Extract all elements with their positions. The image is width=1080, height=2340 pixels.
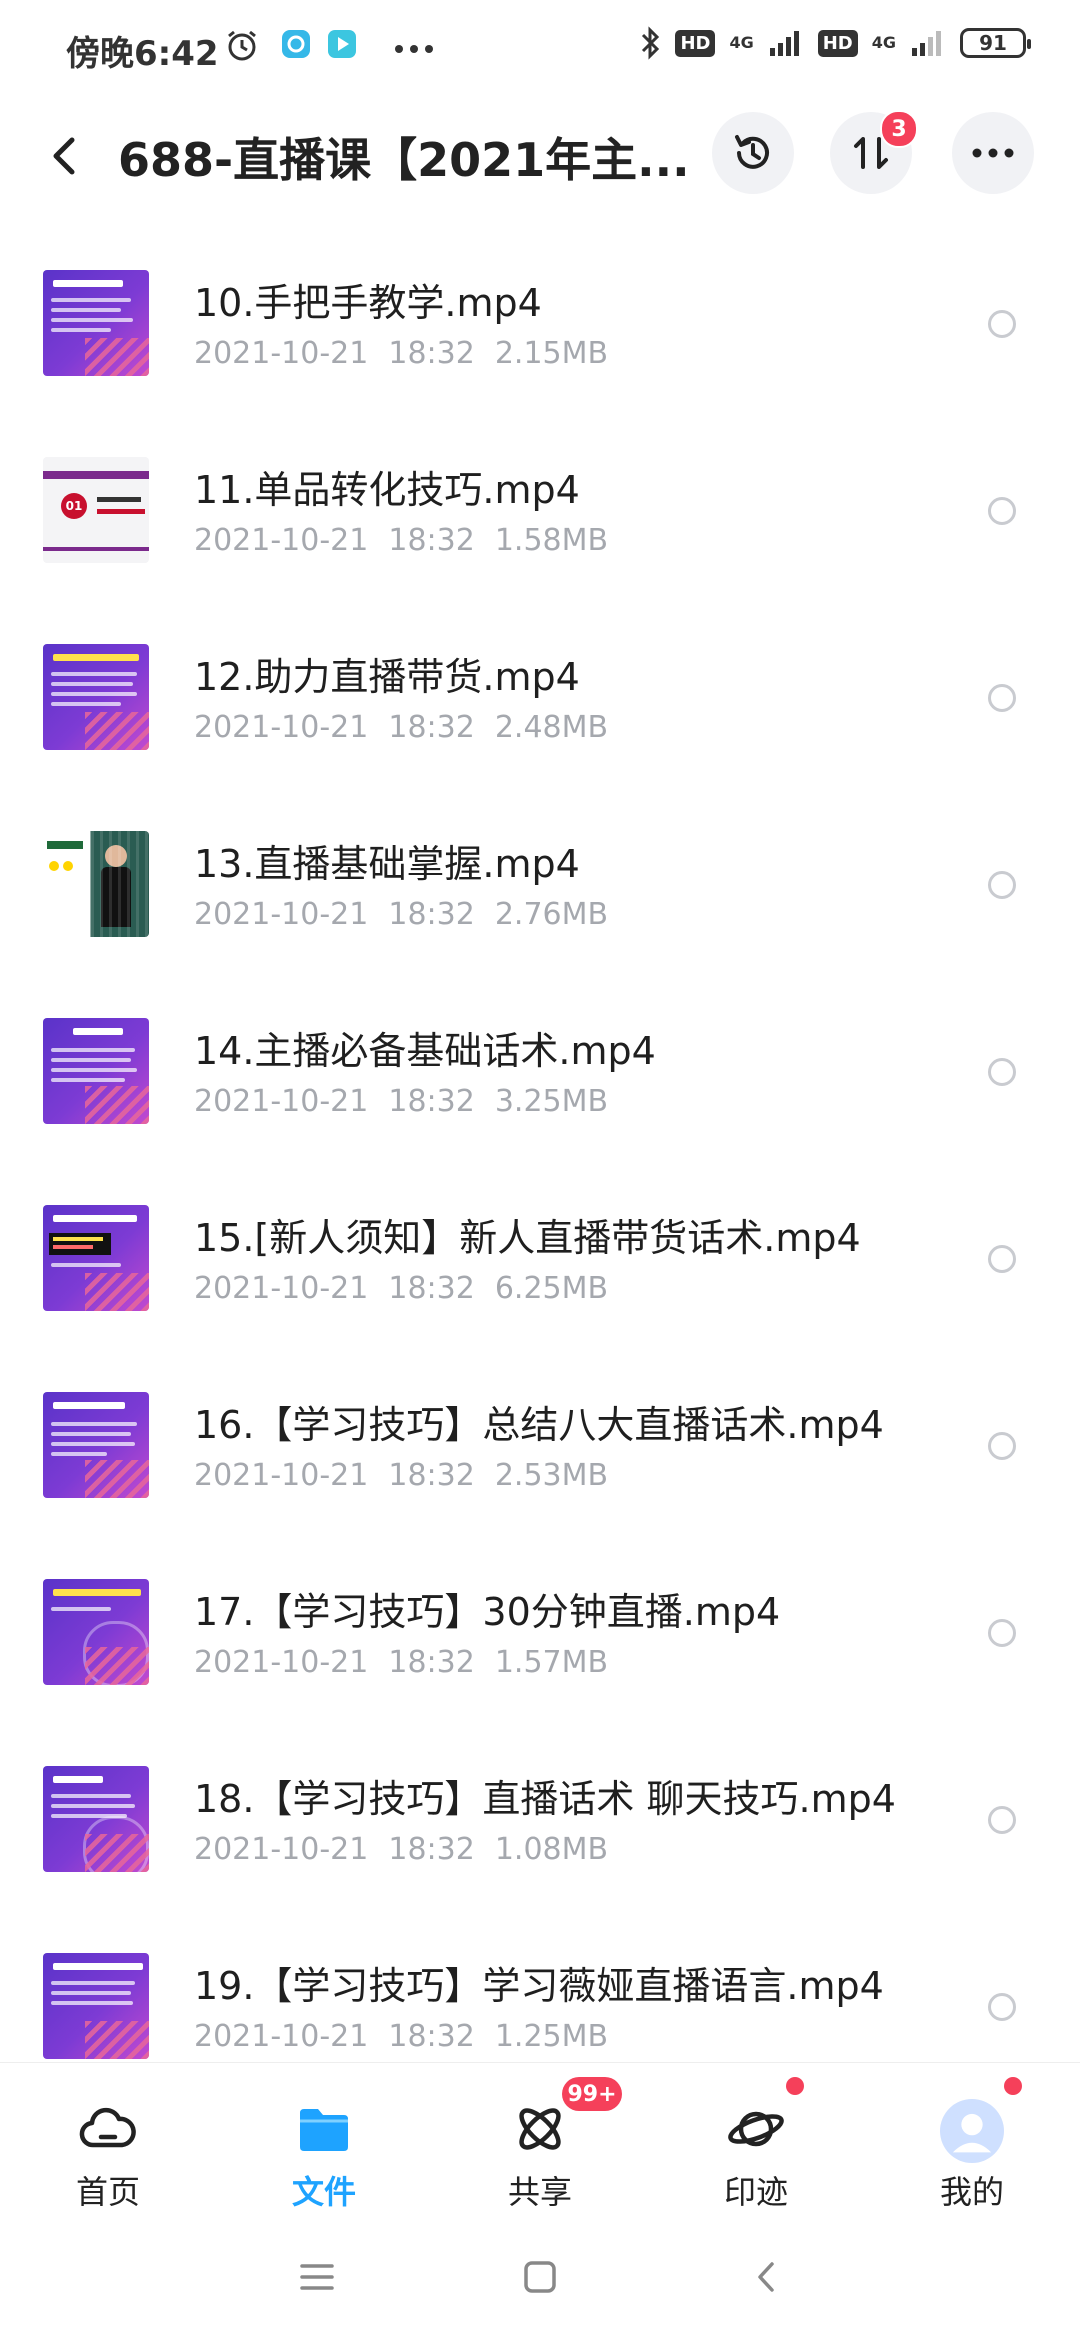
file-meta: 2021-10-21 18:32 6.25MB	[194, 1271, 609, 1306]
tab-me-label: 我的	[939, 2173, 1004, 2211]
network-type-1: 4G	[729, 33, 754, 52]
back-arrow-icon[interactable]	[44, 126, 84, 186]
file-name: 12.助力直播带货.mp4	[194, 655, 580, 699]
signal-icon-2	[912, 31, 941, 56]
video-thumbnail	[43, 1205, 149, 1311]
menu-icon[interactable]	[292, 2252, 342, 2302]
file-row[interactable]: 14.主播必备基础话术.mp4 2021-10-21 18:32 3.25MB	[0, 970, 1080, 1157]
header-bar: 688-直播课【2021年主... 3	[0, 100, 1080, 210]
file-meta: 2021-10-21 18:32 2.48MB	[194, 710, 609, 745]
me-notification-dot	[1004, 2077, 1022, 2095]
file-meta: 2021-10-21 18:32 1.57MB	[194, 1645, 609, 1680]
select-radio[interactable]	[988, 684, 1016, 712]
folder-title: 688-直播课【2021年主...	[118, 133, 690, 187]
file-name: 10.手把手教学.mp4	[194, 281, 542, 325]
more-icon	[972, 148, 1014, 158]
file-meta: 2021-10-21 18:32 2.76MB	[194, 897, 609, 932]
transfer-count-badge: 3	[880, 110, 918, 148]
history-icon	[735, 135, 769, 169]
transfer-list-button[interactable]: 3	[830, 110, 918, 194]
video-thumbnail	[43, 831, 149, 937]
file-meta: 2021-10-21 18:32 1.25MB	[194, 2019, 609, 2054]
share-count-badge: 99+	[562, 2077, 622, 2111]
file-meta: 2021-10-21 18:32 1.08MB	[194, 1832, 609, 1867]
file-row[interactable]: 01 11.单品转化技巧.mp4 2021-10-21 18:32 1.58MB	[0, 409, 1080, 596]
tab-files-label: 文件	[291, 2173, 356, 2211]
select-radio[interactable]	[988, 1432, 1016, 1460]
status-bar: 傍晚6:42 HD 4G HD 4G 91	[0, 0, 1080, 100]
bottom-tab-bar: 首页 文件 99+ 共享 印迹 我的	[0, 2062, 1080, 2213]
tab-trace[interactable]: 印迹	[676, 2063, 836, 2213]
file-name: 13.直播基础掌握.mp4	[194, 842, 580, 886]
file-row[interactable]: 15.[新人须知】新人直播带货话术.mp4 2021-10-21 18:32 6.2…	[0, 1157, 1080, 1344]
folder-icon	[300, 2109, 348, 2151]
file-row[interactable]: 19.【学习技巧】学习薇娅直播语言.mp4 2021-10-21 18:32 1.2…	[0, 1905, 1080, 2060]
file-name: 14.主播必备基础话术.mp4	[194, 1029, 656, 1073]
select-radio[interactable]	[988, 1806, 1016, 1834]
file-meta: 2021-10-21 18:32 2.53MB	[194, 1458, 609, 1493]
video-thumbnail	[43, 1579, 149, 1685]
signal-icon-1	[769, 31, 799, 56]
cloud-home-icon	[79, 2107, 136, 2148]
system-navigation-bar	[0, 2212, 1080, 2340]
hd-badge-1: HD	[675, 29, 716, 57]
tab-home-label: 首页	[75, 2173, 140, 2211]
home-square-icon[interactable]	[515, 2252, 565, 2302]
tab-share-label: 共享	[507, 2173, 572, 2211]
more-notifications-icon	[395, 45, 433, 53]
video-thumbnail	[43, 1766, 149, 1872]
select-radio[interactable]	[988, 310, 1016, 338]
tab-share[interactable]: 99+ 共享	[460, 2063, 622, 2213]
video-thumbnail	[43, 1018, 149, 1124]
trace-notification-dot	[786, 2077, 804, 2095]
file-row[interactable]: 18.【学习技巧】直播话术 聊天技巧.mp4 2021-10-21 18:32 1.…	[0, 1718, 1080, 1905]
file-row[interactable]: 13.直播基础掌握.mp4 2021-10-21 18:32 2.76MB	[0, 783, 1080, 970]
video-app-icon	[328, 30, 356, 58]
file-name: 16.【学习技巧】总结八大直播话术.mp4	[194, 1403, 884, 1447]
video-thumbnail	[43, 1392, 149, 1498]
select-radio[interactable]	[988, 1993, 1016, 2021]
video-thumbnail	[43, 1953, 149, 2059]
bluetooth-icon	[642, 26, 660, 60]
hd-badge-2: HD	[817, 29, 858, 57]
file-name: 17.【学习技巧】30分钟直播.mp4	[194, 1590, 781, 1634]
file-row[interactable]: 17.【学习技巧】30分钟直播.mp4 2021-10-21 18:32 1.57M…	[0, 1531, 1080, 1718]
video-thumbnail	[43, 644, 149, 750]
history-button[interactable]	[712, 112, 794, 194]
select-radio[interactable]	[988, 1058, 1016, 1086]
file-name: 19.【学习技巧】学习薇娅直播语言.mp4	[194, 1964, 884, 2008]
video-thumbnail	[43, 270, 149, 376]
alarm-icon	[228, 30, 256, 61]
app-notification-icon	[282, 30, 310, 58]
select-radio[interactable]	[988, 1245, 1016, 1273]
status-right-group: HD 4G HD 4G 91	[639, 26, 1031, 60]
tab-me[interactable]: 我的	[892, 2063, 1052, 2213]
file-row[interactable]: 10.手把手教学.mp4 2021-10-21 18:32 2.15MB	[0, 222, 1080, 409]
file-meta: 2021-10-21 18:32 2.15MB	[194, 336, 609, 371]
video-thumbnail: 01	[43, 457, 149, 563]
more-options-button[interactable]	[952, 112, 1034, 194]
tab-trace-label: 印迹	[723, 2173, 788, 2211]
battery-indicator: 91	[960, 28, 1031, 58]
select-radio[interactable]	[988, 871, 1016, 899]
file-meta: 2021-10-21 18:32 3.25MB	[194, 1084, 609, 1119]
tab-home[interactable]: 首页	[28, 2063, 188, 2213]
file-list: 10.手把手教学.mp4 2021-10-21 18:32 2.15MB 01 11…	[0, 222, 1080, 2060]
share-orbit-icon	[519, 2108, 561, 2150]
file-row[interactable]: 12.助力直播带货.mp4 2021-10-21 18:32 2.48MB	[0, 596, 1080, 783]
avatar-icon	[940, 2099, 1004, 2163]
file-meta: 2021-10-21 18:32 1.58MB	[194, 523, 609, 558]
back-icon[interactable]	[742, 2252, 792, 2302]
file-name: 15.[新人须知】新人直播带货话术.mp4	[194, 1216, 861, 1260]
network-type-2: 4G	[871, 33, 896, 52]
select-radio[interactable]	[988, 1619, 1016, 1647]
file-row[interactable]: 16.【学习技巧】总结八大直播话术.mp4 2021-10-21 18:32 2.5…	[0, 1344, 1080, 1531]
select-radio[interactable]	[988, 497, 1016, 525]
file-name: 18.【学习技巧】直播话术 聊天技巧.mp4	[194, 1777, 896, 1821]
tab-files[interactable]: 文件	[244, 2063, 404, 2213]
file-name: 11.单品转化技巧.mp4	[194, 468, 580, 512]
status-time: 傍晚6:42	[66, 34, 219, 74]
planet-icon	[728, 2111, 784, 2147]
